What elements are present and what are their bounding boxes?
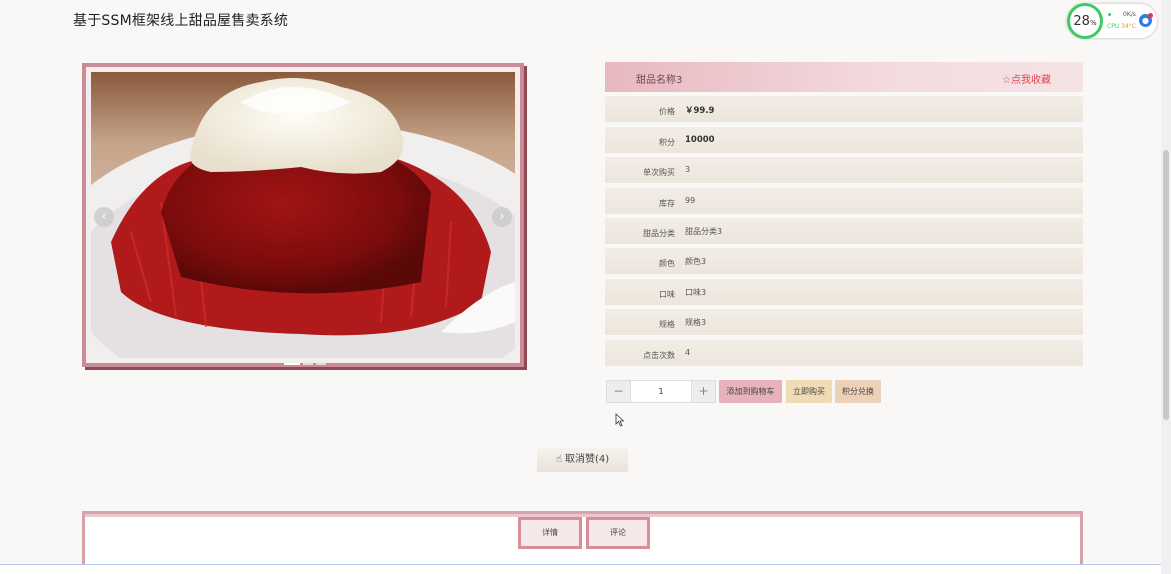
info-value: 3 bbox=[685, 165, 691, 174]
info-row-spec: 规格 规格3 bbox=[605, 309, 1083, 335]
network-speed: 0K/s bbox=[1123, 11, 1136, 18]
info-value: 10000 bbox=[685, 135, 715, 145]
info-value: 规格3 bbox=[685, 318, 707, 327]
redeem-points-button[interactable]: 积分兑换 bbox=[835, 380, 881, 403]
quantity-increase-button[interactable]: + bbox=[691, 380, 716, 403]
quantity-input[interactable]: 1 bbox=[631, 380, 691, 403]
info-row-price: 价格 ￥99.9 bbox=[605, 96, 1083, 122]
cancel-like-button[interactable]: ☝ 取消赞(4) bbox=[537, 448, 628, 472]
info-label: 点击次数 bbox=[643, 351, 675, 360]
info-value: 甜品分类3 bbox=[685, 227, 723, 236]
memory-usage-ring: 28% bbox=[1067, 3, 1103, 39]
accelerate-icon[interactable]: ● bbox=[1139, 13, 1153, 27]
info-label: 单次购买 bbox=[643, 168, 675, 177]
cpu-label: CPU bbox=[1107, 23, 1120, 30]
mouse-cursor-icon bbox=[615, 413, 625, 427]
info-value: 颜色3 bbox=[685, 257, 707, 266]
product-name-bar: 甜品名称3 ☆点我收藏 bbox=[605, 62, 1083, 92]
quantity-decrease-button[interactable]: − bbox=[606, 380, 631, 403]
page-scrollbar[interactable] bbox=[1161, 0, 1171, 574]
info-value: 4 bbox=[685, 348, 691, 357]
info-row-click-count: 点击次数 4 bbox=[605, 340, 1083, 366]
info-label: 口味 bbox=[659, 290, 675, 299]
percent-unit: % bbox=[1089, 19, 1097, 27]
info-label: 价格 bbox=[659, 107, 675, 116]
like-count-label: 取消赞(4) bbox=[564, 454, 610, 465]
product-photo bbox=[91, 72, 515, 358]
taskbar-edge bbox=[0, 564, 1161, 574]
info-label: 库存 bbox=[659, 199, 675, 208]
info-label: 积分 bbox=[659, 138, 675, 147]
add-to-cart-button[interactable]: 添加到购物车 bbox=[719, 380, 782, 403]
info-label: 甜品分类 bbox=[643, 229, 675, 238]
cpu-temp: 34°C bbox=[1121, 23, 1136, 30]
scrollbar-thumb[interactable] bbox=[1163, 150, 1169, 420]
carousel-indicator-3[interactable] bbox=[316, 363, 326, 365]
performance-widget[interactable]: 28% 0K/s CPU 34°C ● bbox=[1067, 3, 1157, 39]
carousel-indicator-2[interactable] bbox=[303, 363, 313, 365]
buy-now-button[interactable]: 立即购买 bbox=[786, 380, 832, 403]
carousel-prev-button[interactable]: ‹ bbox=[94, 207, 114, 227]
upload-indicator-icon bbox=[1108, 13, 1111, 16]
carousel-next-button[interactable]: › bbox=[492, 207, 512, 227]
info-label: 颜色 bbox=[659, 259, 675, 268]
info-label: 规格 bbox=[659, 320, 675, 329]
info-value: ￥99.9 bbox=[685, 106, 715, 116]
carousel-indicators[interactable] bbox=[284, 363, 326, 365]
memory-percent: 28 bbox=[1073, 13, 1090, 29]
info-row-stock: 库存 99 bbox=[605, 188, 1083, 214]
info-row-flavor: 口味 口味3 bbox=[605, 279, 1083, 305]
add-to-favorites-link[interactable]: ☆点我收藏 bbox=[1002, 71, 1051, 86]
product-image-carousel[interactable]: ‹ › bbox=[82, 63, 524, 367]
info-row-points: 积分 10000 bbox=[605, 127, 1083, 153]
product-name: 甜品名称3 bbox=[636, 75, 683, 86]
thumbs-up-icon: ☝ bbox=[555, 454, 562, 465]
tab-comments[interactable]: 评论 bbox=[586, 517, 650, 549]
cpu-readout: CPU 34°C bbox=[1107, 23, 1136, 30]
info-row-color: 颜色 颜色3 bbox=[605, 248, 1083, 274]
info-row-single-purchase: 单次购买 3 bbox=[605, 157, 1083, 183]
info-value: 99 bbox=[685, 196, 696, 205]
carousel-indicator-1[interactable] bbox=[284, 363, 300, 365]
info-value: 口味3 bbox=[685, 288, 707, 297]
tab-details[interactable]: 详情 bbox=[518, 517, 582, 549]
info-row-category: 甜品分类 甜品分类3 bbox=[605, 218, 1083, 244]
app-title: 基于SSM框架线上甜品屋售卖系统 bbox=[73, 13, 289, 29]
